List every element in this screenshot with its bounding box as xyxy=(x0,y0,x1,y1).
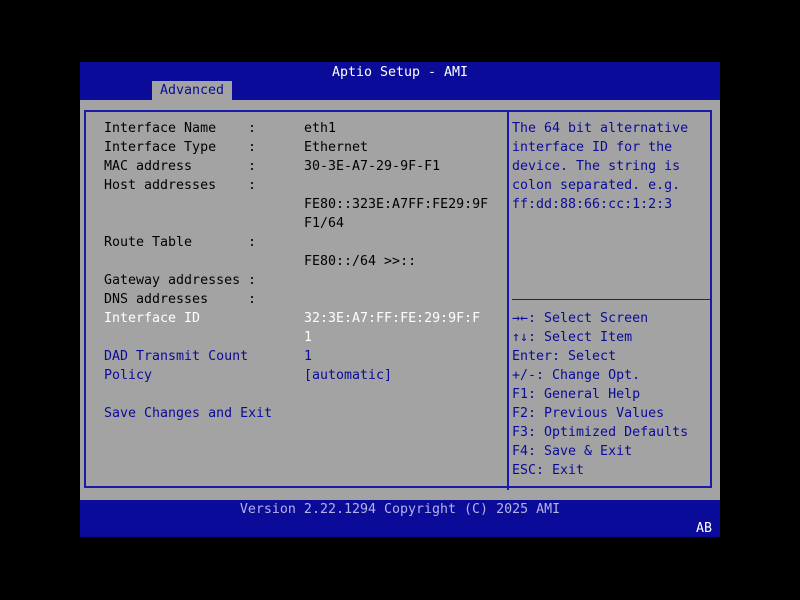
label-gateway-addresses: Gateway addresses xyxy=(104,273,241,288)
label-interface-name: Interface Name xyxy=(104,121,217,136)
colon: : xyxy=(248,292,257,307)
footer-bar: Version 2.22.1294 Copyright (C) 2025 AMI… xyxy=(80,500,720,537)
value-mac-address: 30-3E-A7-29-9F-F1 xyxy=(304,159,441,174)
value-route-table: FE80::/64 >>:: xyxy=(304,254,417,269)
label-dns-addresses: DNS addresses xyxy=(104,292,209,307)
key-select-screen: →←: Select Screen xyxy=(512,311,649,326)
help-line: interface ID for the xyxy=(512,140,673,155)
value-host-address-line1: FE80::323E:A7FF:FE29:9F xyxy=(304,197,489,212)
app-title: Aptio Setup - AMI xyxy=(331,65,469,80)
key-change-opt: +/-: Change Opt. xyxy=(512,368,641,383)
colon: : xyxy=(248,178,257,193)
colon: : xyxy=(248,121,257,136)
value-interface-type: Ethernet xyxy=(304,140,369,155)
colon: : xyxy=(248,159,257,174)
help-line: device. The string is xyxy=(512,159,681,174)
help-line: ff:dd:88:66:cc:1:2:3 xyxy=(512,197,673,212)
value-host-address-line2: F1/64 xyxy=(304,216,345,231)
value-interface-id-line2[interactable]: 1 xyxy=(304,328,312,347)
value-dad-transmit-count[interactable]: 1 xyxy=(304,347,312,366)
key-f3: F3: Optimized Defaults xyxy=(512,425,689,440)
key-enter: Enter: Select xyxy=(512,349,617,364)
key-select-item: ↑↓: Select Item xyxy=(512,330,633,345)
label-route-table: Route Table xyxy=(104,235,193,250)
save-changes-and-exit[interactable]: Save Changes and Exit xyxy=(104,404,272,423)
label-interface-id[interactable]: Interface ID xyxy=(104,309,200,328)
key-f1: F1: General Help xyxy=(512,387,641,402)
label-interface-type: Interface Type xyxy=(104,140,217,155)
value-interface-id-line1[interactable]: 32:3E:A7:FF:FE:29:9F:F xyxy=(304,309,480,328)
panel-divider xyxy=(507,110,509,490)
indicator-text: AB xyxy=(695,521,712,536)
help-divider xyxy=(512,299,712,300)
value-interface-name: eth1 xyxy=(304,121,337,136)
policy-select[interactable]: [automatic] xyxy=(304,366,392,385)
help-line: The 64 bit alternative xyxy=(512,121,689,136)
header-bar: Aptio Setup - AMI Advanced xyxy=(80,62,720,100)
colon: : xyxy=(248,235,257,250)
label-mac-address: MAC address xyxy=(104,159,193,174)
key-f4: F4: Save & Exit xyxy=(512,444,633,459)
version-text: Version 2.22.1294 Copyright (C) 2025 AMI xyxy=(239,502,561,517)
label-host-addresses: Host addresses xyxy=(104,178,217,193)
colon: : xyxy=(248,140,257,155)
tab-advanced[interactable]: Advanced xyxy=(152,81,232,100)
colon: : xyxy=(248,273,257,288)
label-policy[interactable]: Policy xyxy=(104,366,152,385)
label-dad-transmit-count[interactable]: DAD Transmit Count xyxy=(104,347,248,366)
key-esc: ESC: Exit xyxy=(512,463,585,478)
bios-window: Aptio Setup - AMI Advanced Interface Nam… xyxy=(80,62,720,537)
key-f2: F2: Previous Values xyxy=(512,406,665,421)
help-line: colon separated. e.g. xyxy=(512,178,681,193)
